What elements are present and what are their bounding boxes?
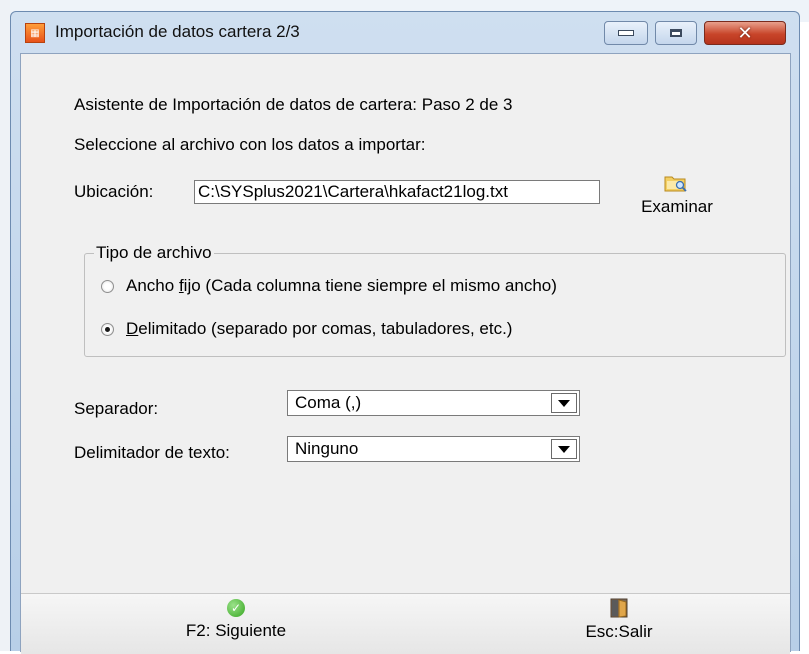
next-label: F2: Siguiente: [185, 621, 287, 640]
maximize-button[interactable]: [655, 21, 697, 45]
exit-button[interactable]: Esc:Salir: [549, 597, 689, 652]
dialog-client-area: Asistente de Importación de datos de car…: [20, 53, 791, 654]
separator-label: Separador:: [74, 399, 159, 418]
app-icon[interactable]: ▦: [25, 23, 45, 43]
window-title: Importación de datos cartera 2/3: [55, 22, 300, 41]
chevron-down-icon: [558, 399, 570, 407]
desktop-backdrop-left: [0, 0, 10, 651]
minimize-button[interactable]: [604, 21, 648, 45]
select-prompt: Seleccione al archivo con los datos a im…: [74, 135, 426, 154]
separator-value: Coma (,): [295, 393, 362, 412]
browse-label: Examinar: [641, 197, 713, 216]
radio-fixed-width-label: Ancho fijo (Cada columna tiene siempre e…: [126, 276, 557, 296]
text-delimiter-select[interactable]: Ninguno: [287, 436, 580, 462]
step-text: Asistente de Importación de datos de car…: [74, 95, 513, 114]
maximize-icon: [670, 29, 682, 37]
radio-fixed-width-circle[interactable]: [101, 279, 114, 293]
separator-select[interactable]: Coma (,): [287, 390, 580, 416]
file-type-group: Tipo de archivo Ancho fijo (Cada columna…: [84, 243, 786, 357]
location-input[interactable]: [194, 180, 600, 204]
radio-delimited-mnemonic: D: [126, 319, 139, 338]
radio-delimited-rest: elimitado (separado por comas, tabulador…: [138, 319, 513, 338]
text-delimiter-value: Ninguno: [295, 439, 359, 458]
browse-button[interactable]: Examinar: [627, 171, 727, 219]
separator-dropdown-button[interactable]: [551, 393, 577, 413]
check-circle-icon: ✓: [227, 599, 245, 617]
door-exit-icon: [610, 598, 628, 618]
minimize-icon: [618, 30, 634, 36]
radio-fixed-width-prefix: Ancho: [126, 276, 179, 295]
close-button[interactable]: ✕: [704, 21, 786, 45]
radio-delimited-label: Delimitado (separado por comas, tabulado…: [126, 319, 512, 339]
dialog-window: ▦ Importación de datos cartera 2/3 ✕ Asi…: [10, 11, 800, 654]
exit-label: Esc:Salir: [585, 622, 653, 641]
close-icon: ✕: [737, 22, 753, 44]
radio-delimited[interactable]: Delimitado (separado por comas, tabulado…: [101, 317, 512, 341]
title-bar[interactable]: ▦ Importación de datos cartera 2/3 ✕: [11, 12, 799, 52]
file-type-title: Tipo de archivo: [94, 243, 214, 263]
text-delimiter-label: Delimitador de texto:: [74, 443, 230, 462]
chevron-down-icon: [558, 445, 570, 453]
footer-bar: ✓ F2: Siguiente Esc:Salir: [21, 593, 790, 654]
radio-delimited-circle[interactable]: [101, 322, 114, 336]
next-button[interactable]: ✓ F2: Siguiente: [161, 597, 311, 652]
folder-search-icon: [664, 176, 687, 192]
location-label: Ubicación:: [74, 182, 154, 201]
radio-fixed-width-rest: ijo (Cada columna tiene siempre el mismo…: [183, 276, 557, 295]
text-delimiter-dropdown-button[interactable]: [551, 439, 577, 459]
radio-fixed-width[interactable]: Ancho fijo (Cada columna tiene siempre e…: [101, 274, 557, 298]
